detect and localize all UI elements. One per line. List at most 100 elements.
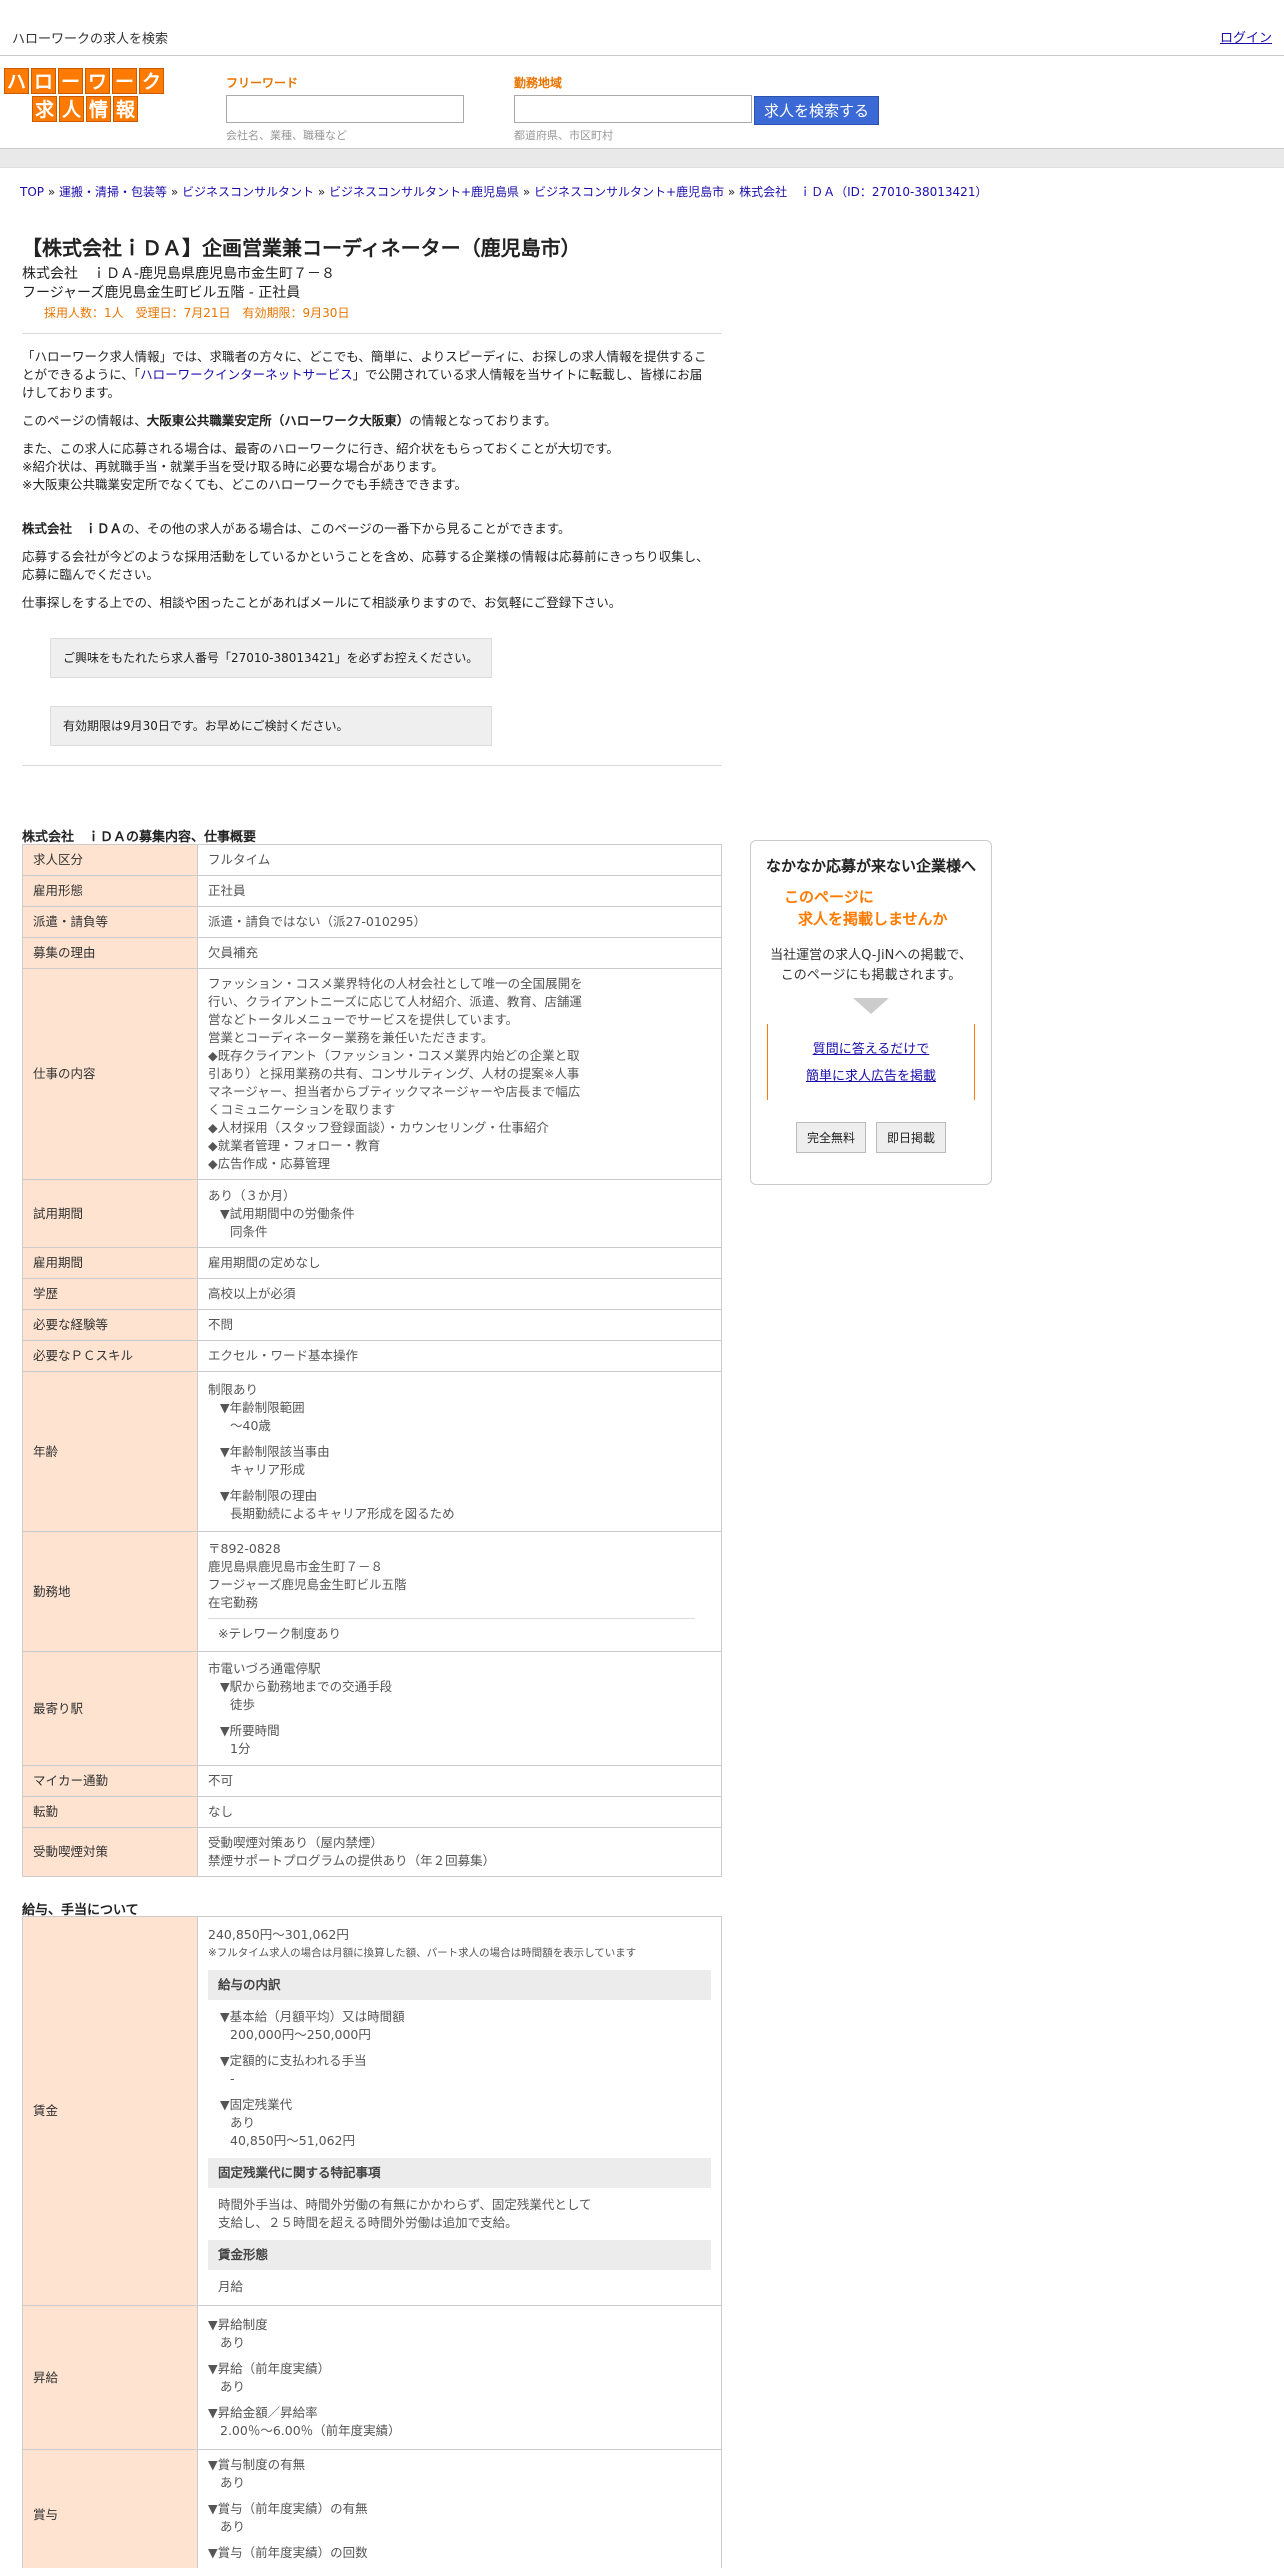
transport-mode: 徒歩: [230, 1696, 256, 1712]
row-header: 募集の理由: [22, 937, 198, 969]
hellowork-logo[interactable]: ハローワーク 求人情報: [4, 68, 182, 126]
ad-catch-1: このページに: [784, 888, 874, 906]
raise-rate-value: 2.00％〜6.00％（前年度実績）: [220, 2422, 401, 2438]
free-badge[interactable]: 完全無料: [795, 1122, 866, 1153]
freeword-label: フリーワード: [226, 76, 299, 90]
table-row: 賃金 240,850円〜301,062円 ※フルタイム求人の場合は月額に換算した…: [22, 1916, 722, 2306]
row-header: 派遣・請負等: [22, 906, 198, 938]
row-header: 受動喫煙対策: [22, 1827, 198, 1877]
job-meta: 採用人数：1人 受理日：7月21日 有効期限：9月30日: [44, 306, 350, 320]
telework-note: ※テレワーク制度あり: [208, 1618, 695, 1643]
fixed-allowance-value: -: [230, 2071, 235, 2086]
job-description-line: ◆人材採用（スタッフ登録面談）・カウンセリング・仕事紹介: [208, 1120, 549, 1135]
job-company-address: 株式会社 ｉＤＡ-鹿児島県鹿児島市金生町７－８: [22, 266, 336, 282]
row-value: 市電いづろ通電停駅 ▼駅から勤務地までの交通手段 徒歩 ▼所要時間 1分: [197, 1651, 722, 1766]
pay-table: 賃金 240,850円〜301,062円 ※フルタイム求人の場合は月額に換算した…: [22, 1916, 722, 2568]
job-title: 【株式会社ｉＤＡ】企画営業兼コーディネーター（鹿児島市）: [22, 236, 581, 260]
table-row: 学歴 高校以上が必須: [22, 1278, 722, 1310]
bonus-actual-label: ▼賞与（前年度実績）の有無: [208, 2501, 368, 2516]
table-row: 最寄り駅 市電いづろ通電停駅 ▼駅から勤務地までの交通手段 徒歩 ▼所要時間 1…: [22, 1651, 722, 1766]
wage-note: ※フルタイム求人の場合は月額に換算した額、パート求人の場合は時間額を表示していま…: [208, 1947, 637, 1959]
breadcrumb-link[interactable]: 運搬・清掃・包装等: [59, 185, 167, 199]
row-value: 雇用期間の定めなし: [197, 1247, 722, 1279]
age-reason-category: キャリア形成: [230, 1461, 306, 1477]
job-description-line: ◆就業者管理・フォロー・教育: [208, 1138, 381, 1153]
hellowork-internet-service-link[interactable]: ハローワークインターネットサービス: [140, 367, 353, 382]
row-header: 昇給: [22, 2305, 198, 2450]
table-row: 転勤 なし: [22, 1796, 722, 1828]
row-header: 転勤: [22, 1796, 198, 1828]
notice-job-number: ご興味をもたれたら求人番号「27010-38013421」を必ずお控えください。: [50, 638, 492, 678]
age-sub: ▼年齢制限範囲: [220, 1399, 305, 1415]
logo-char: 情: [86, 96, 111, 122]
bonus-count-label: ▼賞与（前年度実績）の回数: [208, 2545, 368, 2560]
row-header: 必要な経験等: [22, 1309, 198, 1341]
row-header: マイカー通勤: [22, 1765, 198, 1797]
area-hint: 都道府県、市区町村: [514, 129, 613, 142]
table-row: 仕事の内容 ファッション・コスメ業界特化の人材会社として唯一の全国展開を 行い、クラ…: [22, 968, 722, 1180]
bonus-actual-value: あり: [220, 2519, 246, 2534]
breadcrumb-link[interactable]: 株式会社 ｉＤＡ（ID：27010-38013421）: [739, 185, 987, 199]
table-row: 試用期間 あり（３か月） ▼試用期間中の労働条件 同条件: [22, 1179, 722, 1248]
logo-char: 報: [113, 96, 138, 122]
breadcrumb-separator: »: [314, 185, 329, 199]
same-day-badge[interactable]: 即日掲載: [876, 1122, 947, 1153]
row-value: フルタイム: [197, 844, 722, 876]
divider-bar: [0, 148, 1284, 168]
table-row: 必要な経験等 不問: [22, 1309, 722, 1341]
row-header: 雇用形態: [22, 875, 198, 907]
age-sub: ▼年齢制限の理由: [220, 1487, 318, 1503]
freeword-input[interactable]: [226, 95, 464, 123]
ad-desc-2: このページにも掲載されます。: [780, 968, 962, 983]
job-description-line: 営などトータルメニューでサービスを提供しています。: [208, 1012, 519, 1027]
breadcrumb-link[interactable]: ビジネスコンサルタント+鹿児島市: [534, 185, 724, 199]
breadcrumb-link[interactable]: TOP: [20, 185, 44, 199]
arrow-down-icon: [853, 998, 889, 1014]
job-description-line: 行い、クライアントニーズに応じて人材紹介、派遣、教育、店舗運: [208, 994, 582, 1009]
login-link[interactable]: ログイン: [1220, 27, 1272, 46]
breadcrumb-separator: »: [519, 185, 535, 199]
intro-text-7: 応募する会社が今どのような採用活動をしているかということを含め、応募する企業様の…: [22, 549, 709, 582]
company-name: 株式会社 ｉＤＡ: [22, 521, 123, 536]
ad-link-post-job[interactable]: 簡単に求人広告を掲載: [768, 1065, 974, 1084]
building: フージャーズ鹿児島金生町ビル五階: [208, 1577, 407, 1592]
table-row: 昇給 ▼昇給制度 あり ▼昇給（前年度実績） あり ▼昇給金額／昇給率 2.00…: [22, 2305, 722, 2450]
intro-text-3: また、この求人に応募される場合は、最寄のハローワークに行き、紹介状をもらっておく…: [22, 441, 619, 456]
intro-text-5: ※大阪東公共職業安定所でなくても、どこのハローワークでも手続きできます。: [22, 477, 467, 492]
breadcrumb-separator: »: [167, 185, 182, 199]
ad-link-easy-answer[interactable]: 質問に答えるだけで: [768, 1038, 974, 1057]
wage-type: 月給: [218, 2279, 244, 2294]
breadcrumb-link[interactable]: ビジネスコンサルタント: [182, 185, 314, 199]
logo-char: ロ: [31, 68, 56, 94]
ad-catch-2: 求人を掲載しませんか: [798, 910, 948, 928]
age-range: 〜40歳: [230, 1417, 271, 1433]
ad-badges: 完全無料 即日掲載: [751, 1122, 991, 1153]
raise-system-value: あり: [220, 2334, 246, 2350]
row-header: 求人区分: [22, 844, 198, 876]
table-row: 雇用期間 雇用期間の定めなし: [22, 1247, 722, 1279]
search-button[interactable]: 求人を検索する: [754, 96, 879, 125]
wage-type-heading: 賃金形態: [208, 2240, 711, 2270]
bonus-system-value: あり: [220, 2475, 246, 2490]
intro-text-2a: このページの情報は、: [22, 413, 147, 428]
breadcrumb-separator: »: [44, 185, 59, 199]
row-value: 不可: [197, 1765, 722, 1797]
job-description-line: ファッション・コスメ業界特化の人材会社として唯一の全国展開を: [208, 976, 583, 991]
table-row: 賞与 ▼賞与制度の有無 あり ▼賞与（前年度実績）の有無 あり ▼賞与（前年度実…: [22, 2449, 722, 2568]
trial-sub: ▼試用期間中の労働条件: [220, 1205, 355, 1221]
job-header: 【株式会社ｉＤＡ】企画営業兼コーディネーター（鹿児島市） 株式会社 ｉＤＡ-鹿児…: [22, 232, 722, 323]
smoking-program: 禁煙サポートプログラムの提供あり（年２回募集）: [208, 1853, 496, 1868]
nearest-station: 市電いづろ通電停駅: [208, 1660, 321, 1676]
job-description-line: ◆広告作成・応募管理: [208, 1156, 331, 1171]
fixed-overtime-value: 40,850円〜51,062円: [230, 2133, 355, 2148]
overtime-note-2: 支給し、２５時間を超える時間外労働は追加で支給。: [218, 2215, 518, 2230]
wage-breakdown-heading: 給与の内訳: [208, 1970, 711, 2000]
travel-time: 1分: [230, 1740, 251, 1756]
ad-description: 当社運営の求人Q-JiNへの掲載で、 このページにも掲載されます。: [751, 946, 991, 986]
row-value: なし: [197, 1796, 722, 1828]
breadcrumb-link[interactable]: ビジネスコンサルタント+鹿児島県: [329, 185, 519, 199]
row-header: 雇用期間: [22, 1247, 198, 1279]
area-input[interactable]: [514, 95, 752, 123]
trial-sub-value: 同条件: [230, 1223, 268, 1239]
address: 鹿児島県鹿児島市金生町７－８: [208, 1559, 384, 1574]
